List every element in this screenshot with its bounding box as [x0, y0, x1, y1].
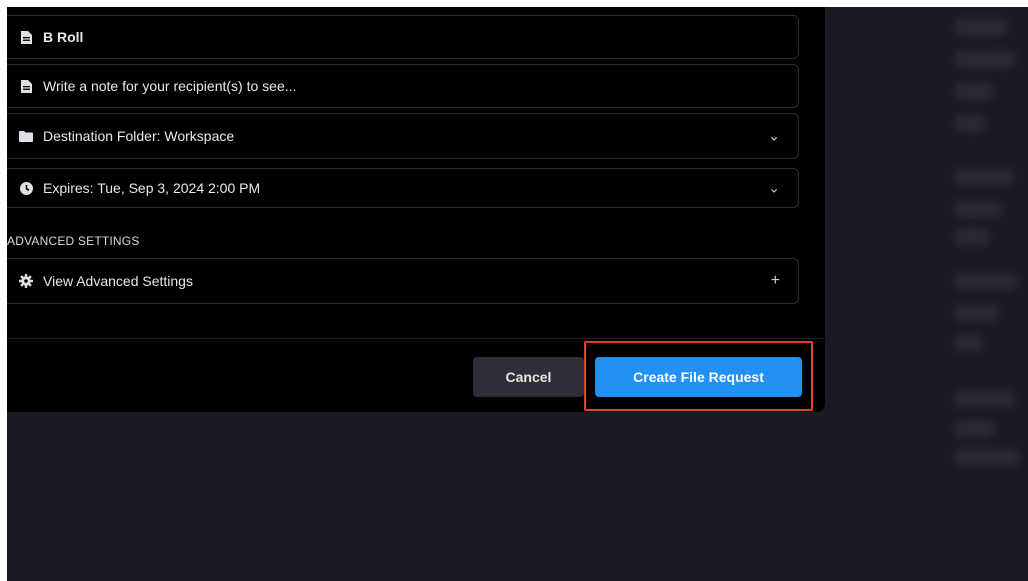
file-icon	[17, 77, 35, 95]
file-icon	[17, 28, 35, 46]
create-file-request-button[interactable]: Create File Request	[595, 357, 802, 397]
plus-icon: +	[770, 272, 780, 289]
app-screen: B Roll Write a note for your recipient(s…	[7, 7, 1028, 581]
note-placeholder: Write a note for your recipient(s) to se…	[43, 78, 297, 94]
folder-icon	[17, 127, 35, 145]
note-field[interactable]: Write a note for your recipient(s) to se…	[7, 64, 799, 108]
file-request-modal: B Roll Write a note for your recipient(s…	[7, 7, 825, 412]
gear-icon	[17, 272, 35, 290]
advanced-settings-heading: ADVANCED SETTINGS	[7, 234, 140, 248]
destination-label: Destination Folder: Workspace	[43, 128, 235, 144]
expires-label: Expires: Tue, Sep 3, 2024 2:00 PM	[43, 180, 261, 196]
destination-folder-dropdown[interactable]: Destination Folder: Workspace ⌄	[7, 113, 799, 159]
chevron-down-icon: ⌄	[768, 127, 780, 144]
advanced-settings-toggle[interactable]: View Advanced Settings +	[7, 258, 799, 304]
expires-dropdown[interactable]: Expires: Tue, Sep 3, 2024 2:00 PM ⌄	[7, 168, 799, 208]
cancel-button[interactable]: Cancel	[473, 357, 584, 397]
title-field[interactable]: B Roll	[7, 15, 799, 59]
footer-divider	[7, 338, 825, 339]
advanced-toggle-label: View Advanced Settings	[43, 273, 193, 289]
chevron-down-icon: ⌄	[768, 179, 780, 196]
background-sidebar-blurred	[947, 7, 1028, 581]
title-value: B Roll	[43, 29, 84, 45]
clock-icon	[17, 179, 35, 197]
